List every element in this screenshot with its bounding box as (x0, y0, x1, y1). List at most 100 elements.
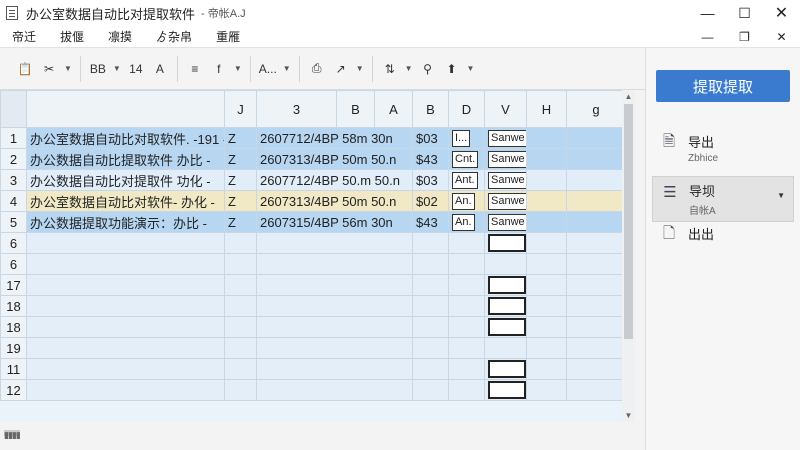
cell-code[interactable] (256, 274, 413, 296)
cell-name[interactable]: 办公数据提取功能演示：办比 - (26, 211, 225, 233)
cell[interactable] (526, 169, 567, 191)
cell-price[interactable]: $03 (412, 169, 449, 191)
cell-price[interactable]: $43 (412, 211, 449, 233)
cell[interactable] (526, 253, 567, 275)
row-header[interactable]: 12 (0, 379, 27, 401)
menu-item-1[interactable]: 帝迁 (0, 28, 48, 45)
scroll-thumb[interactable] (624, 104, 633, 339)
cell-tag[interactable] (448, 379, 485, 401)
cell[interactable] (566, 148, 626, 170)
row-header[interactable]: 1 (0, 127, 27, 149)
cell-code[interactable] (256, 295, 413, 317)
cell[interactable] (526, 379, 567, 401)
cell[interactable] (526, 274, 567, 296)
cell-sample[interactable] (484, 316, 527, 338)
cell[interactable] (566, 190, 626, 212)
cell-name[interactable] (26, 358, 225, 380)
row-header[interactable]: 11 (0, 358, 27, 380)
cell-price[interactable] (412, 358, 449, 380)
cell[interactable] (526, 316, 567, 338)
cell-tag[interactable] (448, 358, 485, 380)
cell-name[interactable] (26, 253, 225, 275)
chevron-down-icon[interactable]: ▼ (234, 64, 242, 73)
cell-price[interactable] (412, 316, 449, 338)
cell-code[interactable] (256, 232, 413, 254)
cell-code[interactable]: 2607712/4BP 58m 30n (256, 127, 413, 149)
cell[interactable] (566, 169, 626, 191)
menu-item-4[interactable]: ゟ杂帛 (144, 28, 204, 45)
vertical-scrollbar[interactable]: ▲ ▼ (622, 90, 635, 422)
column-header[interactable]: A (374, 90, 413, 128)
doc-minimize-button[interactable]: — (689, 26, 726, 48)
cell-price[interactable] (412, 274, 449, 296)
cell-sample[interactable] (484, 295, 527, 317)
cell-name[interactable] (26, 316, 225, 338)
cell-sample[interactable] (484, 232, 527, 254)
font-button[interactable]: A (151, 59, 169, 79)
cell-code[interactable] (256, 253, 413, 275)
cell[interactable] (526, 148, 567, 170)
cell[interactable] (566, 337, 626, 359)
cell-code[interactable]: 2607712/4BP 50.m 50.n (256, 169, 413, 191)
cell-name[interactable]: 办公室数据自动比对取软件. -191 - (26, 127, 225, 149)
spreadsheet-grid[interactable]: J 3 B A B D V H g 1 办公室数据自动比对取软件. -191 -Z… (0, 90, 635, 422)
minimize-button[interactable]: — (689, 0, 726, 26)
cell-price[interactable] (412, 295, 449, 317)
row-header[interactable]: 18 (0, 295, 27, 317)
cell[interactable] (566, 295, 626, 317)
cell-tag[interactable]: I... (448, 127, 485, 149)
cell[interactable] (566, 379, 626, 401)
cell-price[interactable]: $43 (412, 148, 449, 170)
column-header[interactable]: D (448, 90, 485, 128)
cell-price[interactable]: $02 (412, 190, 449, 212)
extract-button[interactable]: 提取提取 (656, 70, 790, 102)
cell-name[interactable] (26, 232, 225, 254)
cell-tag[interactable]: Cnt. (448, 148, 485, 170)
cell[interactable] (566, 274, 626, 296)
table-style-button[interactable]: A... (259, 59, 277, 79)
cell-sample[interactable] (484, 274, 527, 296)
cell-z[interactable] (224, 379, 257, 401)
cell-code[interactable] (256, 316, 413, 338)
column-header[interactable]: B (336, 90, 375, 128)
cell-code[interactable]: 2607313/4BP 50m 50.n (256, 148, 413, 170)
cell-name[interactable] (26, 274, 225, 296)
cell-price[interactable] (412, 253, 449, 275)
empty-box[interactable] (488, 234, 526, 252)
column-header[interactable]: V (484, 90, 527, 128)
cell[interactable] (526, 358, 567, 380)
cell[interactable] (566, 358, 626, 380)
chevron-down-icon[interactable]: ▼ (356, 64, 364, 73)
cell-sample[interactable]: Sanwe (484, 148, 527, 170)
cell-tag[interactable] (448, 253, 485, 275)
cell[interactable] (526, 190, 567, 212)
empty-box[interactable] (488, 276, 526, 294)
empty-box[interactable] (488, 381, 526, 399)
cell-tag[interactable]: Ant. (448, 169, 485, 191)
cell-name[interactable]: 办公数据自动比对提取件 功化 - (26, 169, 225, 191)
chevron-down-icon[interactable]: ▼ (405, 64, 413, 73)
column-header[interactable]: g (566, 90, 626, 128)
chevron-down-icon[interactable]: ▼ (777, 191, 785, 200)
cell[interactable] (526, 232, 567, 254)
cell-z[interactable]: Z (224, 127, 257, 149)
cell-tag[interactable]: An. (448, 211, 485, 233)
cell-z[interactable] (224, 295, 257, 317)
cell-price[interactable] (412, 379, 449, 401)
cell-sample[interactable]: Sanwe (484, 169, 527, 191)
doc-restore-button[interactable]: ❐ (726, 26, 763, 48)
horizontal-scrollbar[interactable] (0, 422, 635, 450)
cell-z[interactable]: Z (224, 148, 257, 170)
column-header[interactable]: J (224, 90, 257, 128)
column-header[interactable]: B (412, 90, 449, 128)
cell[interactable] (526, 211, 567, 233)
empty-box[interactable] (488, 318, 526, 336)
cut-icon[interactable]: ✂ (40, 59, 58, 79)
cell-name[interactable]: 办公室数据自动比对软件- 办化 - (26, 190, 225, 212)
cell-sample[interactable] (484, 253, 527, 275)
cell-tag[interactable] (448, 295, 485, 317)
cell-tag[interactable] (448, 337, 485, 359)
chevron-down-icon[interactable]: ▼ (113, 64, 121, 73)
cell-sample[interactable] (484, 379, 527, 401)
scroll-down-icon[interactable]: ▼ (622, 409, 635, 422)
